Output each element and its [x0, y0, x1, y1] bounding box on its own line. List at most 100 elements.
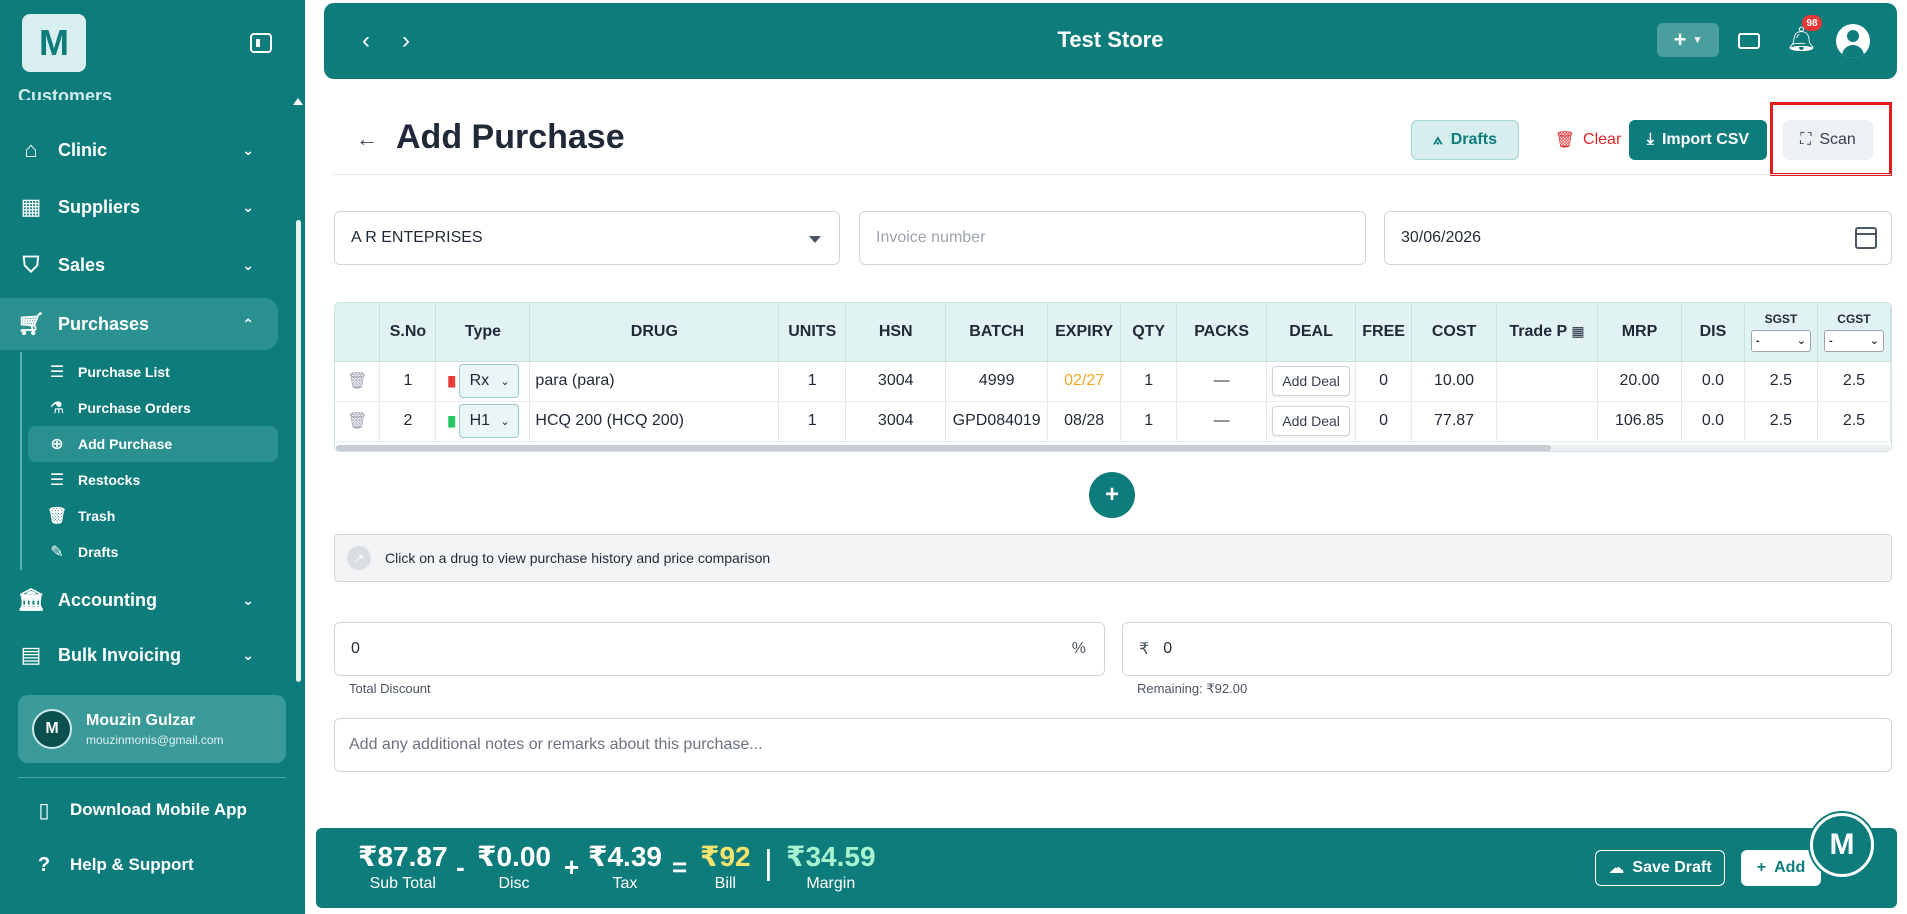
sidebar-item-label: Clinic	[58, 139, 108, 160]
calendar-icon[interactable]	[1855, 227, 1877, 249]
invoice-date-input[interactable]: 30/06/2026	[1384, 211, 1892, 265]
quick-add-button[interactable]: + ▼	[1657, 23, 1719, 57]
col-trade-price: Trade P ▦	[1496, 303, 1598, 362]
col-batch: BATCH	[945, 303, 1049, 362]
cell-expiry[interactable]: 02/27	[1047, 361, 1122, 402]
table-row[interactable]: 🗑︎ 1 ||||| Rx ⌄ para (para) 1 3004 4999 0…	[335, 361, 1891, 402]
delete-row-icon[interactable]: 🗑︎	[347, 373, 367, 390]
trash-icon: 🗑︎	[46, 508, 68, 525]
invoice-number-input[interactable]: Invoice number	[859, 211, 1366, 265]
sidebar-item-sales[interactable]: ⛉ Sales ⌄	[0, 239, 290, 291]
save-draft-button[interactable]: ☁ Save Draft	[1595, 850, 1725, 886]
sidebar-item-customers-cut[interactable]: Customers	[18, 86, 112, 100]
app-logo[interactable]: M	[22, 14, 86, 72]
notes-placeholder: Add any additional notes or remarks abou…	[349, 736, 763, 753]
download-label: Download Mobile App	[70, 800, 247, 819]
import-csv-button[interactable]: ⤓ Import CSV	[1629, 120, 1767, 160]
add-row-button[interactable]: +	[1089, 472, 1135, 518]
sidebar-item-suppliers[interactable]: ▦ Suppliers ⌄	[0, 181, 290, 233]
cell-free[interactable]: 0	[1355, 401, 1413, 442]
sidebar-sub-drafts[interactable]: ✎ Drafts	[28, 534, 278, 570]
type-select[interactable]: Rx ⌄	[458, 364, 519, 398]
margin-block: ₹34.59 Margin	[786, 840, 876, 893]
download-mobile-app-link[interactable]: ▯ Download Mobile App	[32, 795, 247, 825]
cell-hsn[interactable]: 3004	[845, 361, 947, 402]
cell-sgst[interactable]: 2.5	[1744, 361, 1818, 402]
cell-mrp[interactable]: 20.00	[1597, 361, 1682, 402]
sidebar-sub-trash[interactable]: 🗑︎ Trash	[28, 498, 278, 534]
sidebar-sub-purchase-list[interactable]: ☰ Purchase List	[28, 354, 278, 390]
sidebar-collapse-icon[interactable]	[250, 33, 272, 53]
page-back-icon[interactable]: ←	[356, 126, 378, 152]
cell-sgst[interactable]: 2.5	[1744, 401, 1818, 442]
cell-units[interactable]: 1	[778, 361, 847, 402]
sidebar-item-purchases[interactable]: 🛒︎ Purchases ⌃	[0, 298, 278, 350]
calculator-icon[interactable]: ▦	[1571, 323, 1584, 339]
sgst-select[interactable]: - ⌄	[1750, 329, 1811, 352]
sub-item-label: Drafts	[78, 544, 119, 560]
sidebar-scrollbar[interactable]	[296, 220, 301, 682]
cell-batch[interactable]: GPD084019	[945, 401, 1049, 442]
cell-drug[interactable]: HCQ 200 (HCQ 200)	[529, 401, 780, 442]
sidebar-item-accounting[interactable]: 🏛︎ Accounting ⌄	[0, 574, 290, 626]
cell-free[interactable]: 0	[1355, 361, 1413, 402]
cell-cost[interactable]: 77.87	[1411, 401, 1498, 442]
drafts-button[interactable]: ⟑ Drafts	[1411, 120, 1519, 160]
help-support-link[interactable]: ? Help & Support	[32, 850, 194, 880]
separator: |	[764, 844, 773, 882]
keyboard-icon[interactable]	[1738, 33, 1760, 49]
cgst-select-value: -	[1828, 334, 1833, 347]
assistant-bot-button[interactable]: M	[1810, 813, 1874, 877]
notes-input[interactable]: Add any additional notes or remarks abou…	[334, 718, 1892, 772]
cell-drug[interactable]: para (para)	[529, 361, 780, 402]
table-row[interactable]: 🗑︎ 2 ||||| H1 ⌄ HCQ 200 (HCQ 200) 1 3004 …	[335, 401, 1891, 442]
shopping-bag-icon: ⛉	[22, 252, 40, 277]
delete-row-icon[interactable]: 🗑︎	[347, 413, 367, 430]
col-hsn: HSN	[845, 303, 947, 362]
cell-mrp[interactable]: 106.85	[1597, 401, 1682, 442]
cgst-select[interactable]: - ⌄	[1823, 329, 1884, 352]
sidebar-scroll-up-icon[interactable]	[293, 98, 303, 105]
bank-icon: 🏛︎	[17, 587, 45, 612]
total-discount-label: Total Discount	[349, 681, 431, 696]
supplier-select[interactable]: A R ENTEPRISES	[334, 211, 840, 265]
cell-cgst[interactable]: 2.5	[1817, 361, 1891, 402]
type-select[interactable]: H1 ⌄	[458, 404, 519, 438]
clear-button[interactable]: 🗑︎ Clear	[1534, 120, 1642, 160]
discount-amount-input[interactable]: ₹ 0	[1122, 622, 1892, 676]
cell-dis[interactable]: 0.0	[1681, 401, 1745, 442]
cell-units[interactable]: 1	[778, 401, 847, 442]
sidebar-sub-purchase-orders[interactable]: ⚗ Purchase Orders	[28, 390, 278, 426]
sidebar-sub-restocks[interactable]: ☰ Restocks	[28, 462, 278, 498]
margin-value: ₹34.59	[786, 841, 876, 872]
cell-qty[interactable]: 1	[1120, 361, 1178, 402]
title-divider	[334, 174, 1891, 175]
cell-batch[interactable]: 4999	[945, 361, 1049, 402]
add-label: Add	[1774, 859, 1806, 876]
table-scrollbar[interactable]	[336, 445, 1551, 451]
trend-icon: ↗	[347, 546, 371, 570]
cell-qty[interactable]: 1	[1120, 401, 1178, 442]
cell-hsn[interactable]: 3004	[845, 401, 947, 442]
cell-dis[interactable]: 0.0	[1681, 361, 1745, 402]
user-card[interactable]: M Mouzin Gulzar mouzinmonis@gmail.com	[18, 695, 286, 763]
user-profile-icon[interactable]	[1836, 24, 1870, 58]
add-deal-button[interactable]: Add Deal	[1272, 406, 1351, 436]
sidebar: M Customers ⌂ Clinic ⌄ ▦ Suppliers ⌄ ⛉ S…	[0, 0, 305, 914]
assistant-bot-label: M	[1829, 828, 1855, 861]
sidebar-item-clinic[interactable]: ⌂ Clinic ⌄	[0, 124, 290, 176]
remaining-label: Remaining: ₹92.00	[1137, 681, 1248, 696]
sidebar-item-bulk-invoicing[interactable]: ▤ Bulk Invoicing ⌄	[0, 629, 290, 681]
cell-expiry[interactable]: 08/28	[1047, 401, 1122, 442]
sidebar-sub-add-purchase[interactable]: ⊕ Add Purchase	[28, 426, 278, 462]
cell-cgst[interactable]: 2.5	[1817, 401, 1891, 442]
purchases-submenu-line	[20, 352, 22, 570]
add-purchase-button[interactable]: + Add	[1741, 850, 1821, 886]
discount-percent-input[interactable]: 0 %	[334, 622, 1105, 676]
cell-trade-price[interactable]	[1496, 361, 1598, 402]
add-deal-button[interactable]: Add Deal	[1272, 366, 1351, 396]
percent-symbol: %	[1071, 640, 1086, 657]
sub-item-label: Purchase List	[78, 364, 170, 380]
cell-cost[interactable]: 10.00	[1411, 361, 1498, 402]
cell-trade-price[interactable]	[1496, 401, 1598, 442]
